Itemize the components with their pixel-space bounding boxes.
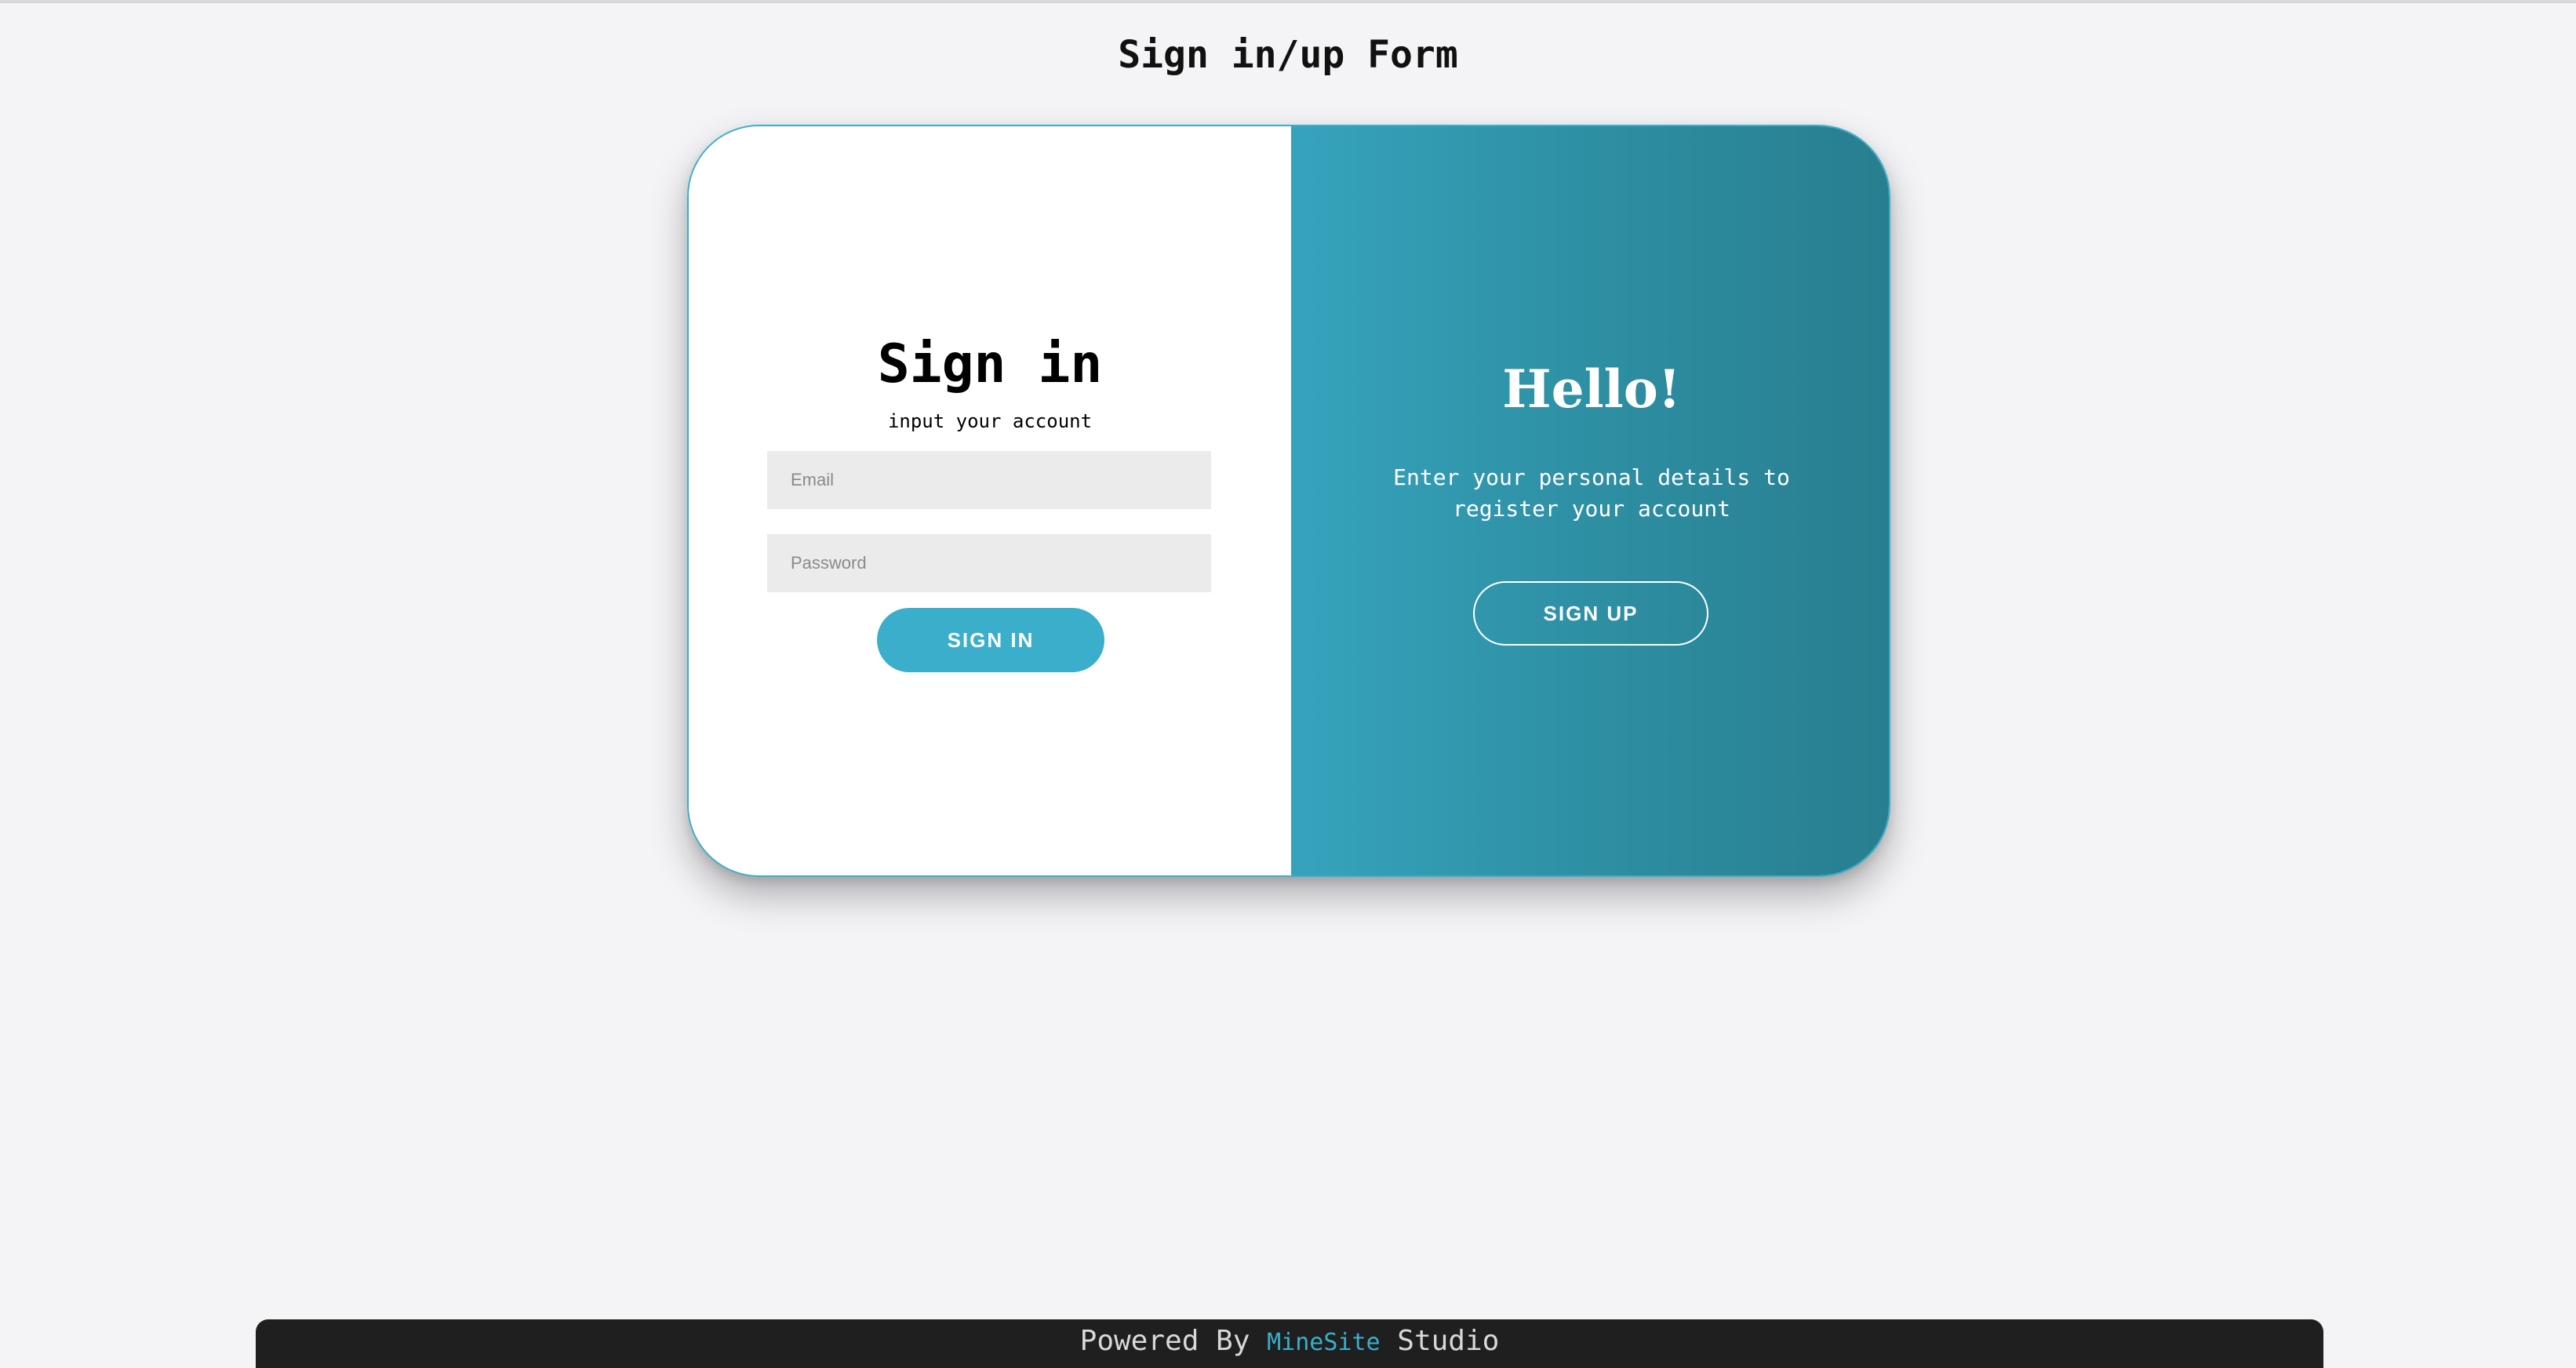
- hello-title: Hello!: [1502, 358, 1681, 420]
- register-prompt-text: Enter your personal details to register …: [1393, 464, 1790, 522]
- footer-prefix: Powered By: [1079, 1325, 1250, 1357]
- password-field[interactable]: [767, 534, 1211, 592]
- top-divider: [0, 0, 2576, 3]
- footer-suffix: Studio: [1397, 1325, 1500, 1357]
- footer-brand-link[interactable]: MineSite: [1267, 1329, 1381, 1356]
- footer: Powered By MineSite Studio: [256, 1319, 2323, 1368]
- signin-subtitle: input your account: [887, 410, 1093, 432]
- signup-overlay-panel: Hello! Enter your personal details to re…: [1291, 126, 1889, 875]
- signin-panel: Sign in input your account SIGN IN: [689, 126, 1291, 875]
- signin-title: Sign in: [877, 333, 1103, 395]
- sign-in-button[interactable]: SIGN IN: [877, 608, 1104, 672]
- page-title: Sign in/up Form: [1118, 33, 1458, 77]
- sign-up-button[interactable]: SIGN UP: [1473, 581, 1708, 646]
- auth-card: Sign in input your account SIGN IN Hello…: [687, 125, 1890, 877]
- email-field[interactable]: [767, 451, 1211, 509]
